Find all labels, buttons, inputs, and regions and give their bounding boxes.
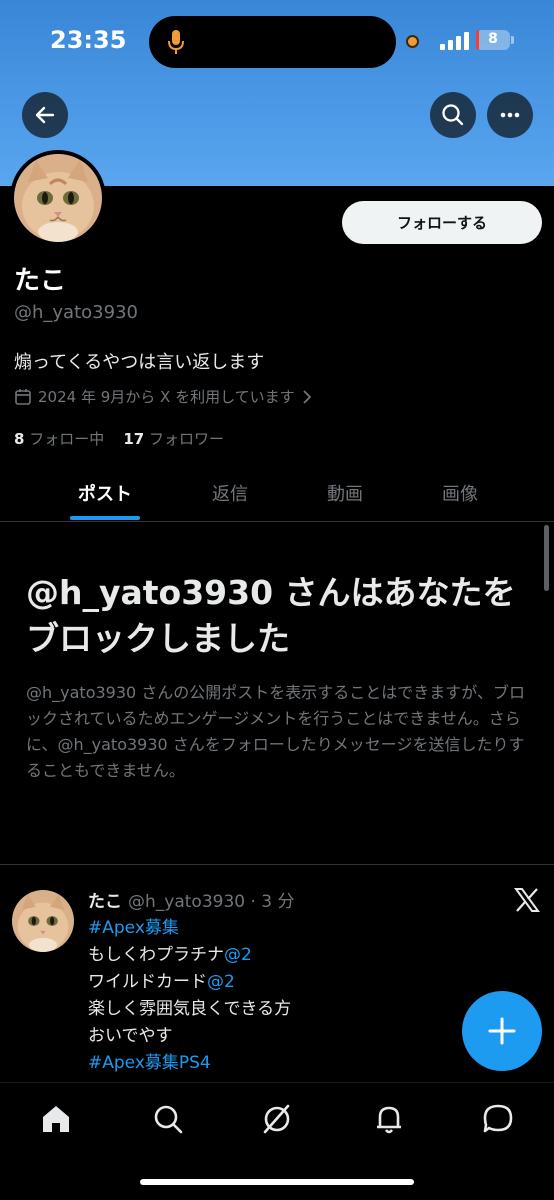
- signal-icon: [440, 32, 469, 50]
- tab-images[interactable]: 画像: [400, 480, 520, 506]
- nav-home[interactable]: [38, 1101, 74, 1137]
- cat-avatar-image: [14, 154, 102, 242]
- tab-videos[interactable]: 動画: [285, 480, 405, 506]
- post-hashtag[interactable]: #Apex募集PS4: [88, 1050, 291, 1077]
- nav-notifications[interactable]: [371, 1101, 407, 1137]
- nav-search[interactable]: [150, 1101, 186, 1137]
- arrow-left-icon: [35, 106, 55, 124]
- followers-label: フォロワー: [148, 430, 224, 448]
- chevron-right-icon: [302, 389, 311, 404]
- tab-replies[interactable]: 返信: [170, 480, 290, 506]
- following-link[interactable]: 8 フォロー中: [14, 430, 104, 448]
- scrollbar[interactable]: [544, 525, 549, 591]
- post-author-name[interactable]: たこ: [88, 892, 122, 912]
- battery-nub: [511, 36, 514, 44]
- profile-bio: 煽ってくるやつは言い返します: [14, 352, 265, 373]
- active-tab-indicator: [70, 516, 140, 520]
- profile-display-name: たこ: [14, 266, 67, 296]
- profile-tabs: ポスト 返信 動画 画像: [0, 468, 554, 522]
- home-indicator[interactable]: [140, 1179, 414, 1185]
- more-button[interactable]: [487, 92, 533, 138]
- profile-joined[interactable]: 2024 年 9月から X を利用しています: [14, 386, 313, 407]
- post-author-avatar[interactable]: [12, 890, 74, 952]
- battery-icon: 8: [476, 30, 510, 50]
- calendar-icon: [15, 388, 31, 405]
- profile-avatar[interactable]: [10, 150, 106, 246]
- compose-post-button[interactable]: [462, 991, 542, 1071]
- plus-icon: [488, 1017, 516, 1045]
- post-line: ワイルドカード@2: [88, 972, 235, 992]
- dynamic-island: [149, 16, 396, 68]
- search-button[interactable]: [430, 92, 476, 138]
- post-header: たこ @h_yato3930 · 3 分: [88, 887, 295, 912]
- blocked-notice-title: @h_yato3930 さんはあなたをブロックしました: [26, 573, 516, 658]
- more-horizontal-icon: [500, 112, 520, 118]
- blocked-notice-description: @h_yato3930 さんの公開ポストを表示することはできますが、ブロックされ…: [26, 683, 525, 780]
- joined-date-text: 2024 年 9月から X を利用しています: [38, 388, 295, 406]
- post-body[interactable]: #Apex募集 もしくわプラチナ@2 ワイルドカード@2 楽しく雰囲気良くできる…: [88, 915, 291, 1077]
- microphone-icon: [168, 30, 184, 54]
- home-icon: [43, 1106, 69, 1132]
- post-mention[interactable]: @2: [207, 972, 235, 992]
- nav-messages[interactable]: [480, 1101, 516, 1137]
- post-handle-time: @h_yato3930 · 3 分: [128, 892, 295, 912]
- grok-icon: [263, 1104, 290, 1134]
- follow-stats: 8 フォロー中 17 フォロワー: [14, 428, 224, 449]
- message-icon: [483, 1104, 513, 1133]
- post-mention[interactable]: @2: [224, 945, 252, 965]
- privacy-indicator-dot: [406, 35, 419, 48]
- post-line: 楽しく雰囲気良くできる方: [88, 999, 292, 1019]
- followers-count: 17: [123, 430, 145, 448]
- back-button[interactable]: [22, 92, 68, 138]
- search-icon: [442, 104, 464, 126]
- status-bar: 23:35 8: [0, 0, 554, 80]
- follow-button[interactable]: フォローする: [342, 201, 542, 244]
- bell-icon: [377, 1106, 401, 1134]
- post-line: もしくわプラチナ@2: [88, 945, 252, 965]
- search-icon: [154, 1105, 183, 1134]
- x-logo-icon: [514, 888, 540, 912]
- tab-posts[interactable]: ポスト: [45, 480, 165, 506]
- post-line: おいでやす: [88, 1026, 173, 1046]
- post-hashtag[interactable]: #Apex募集: [88, 915, 291, 942]
- following-label: フォロー中: [29, 430, 105, 448]
- section-divider: [0, 864, 554, 865]
- battery-level: 8: [488, 31, 498, 47]
- profile-handle: @h_yato3930: [14, 302, 138, 323]
- following-count: 8: [14, 430, 25, 448]
- status-time: 23:35: [50, 26, 127, 54]
- followers-link[interactable]: 17 フォロワー: [123, 430, 224, 448]
- nav-grok[interactable]: [259, 1101, 295, 1137]
- cat-avatar-image: [12, 890, 74, 952]
